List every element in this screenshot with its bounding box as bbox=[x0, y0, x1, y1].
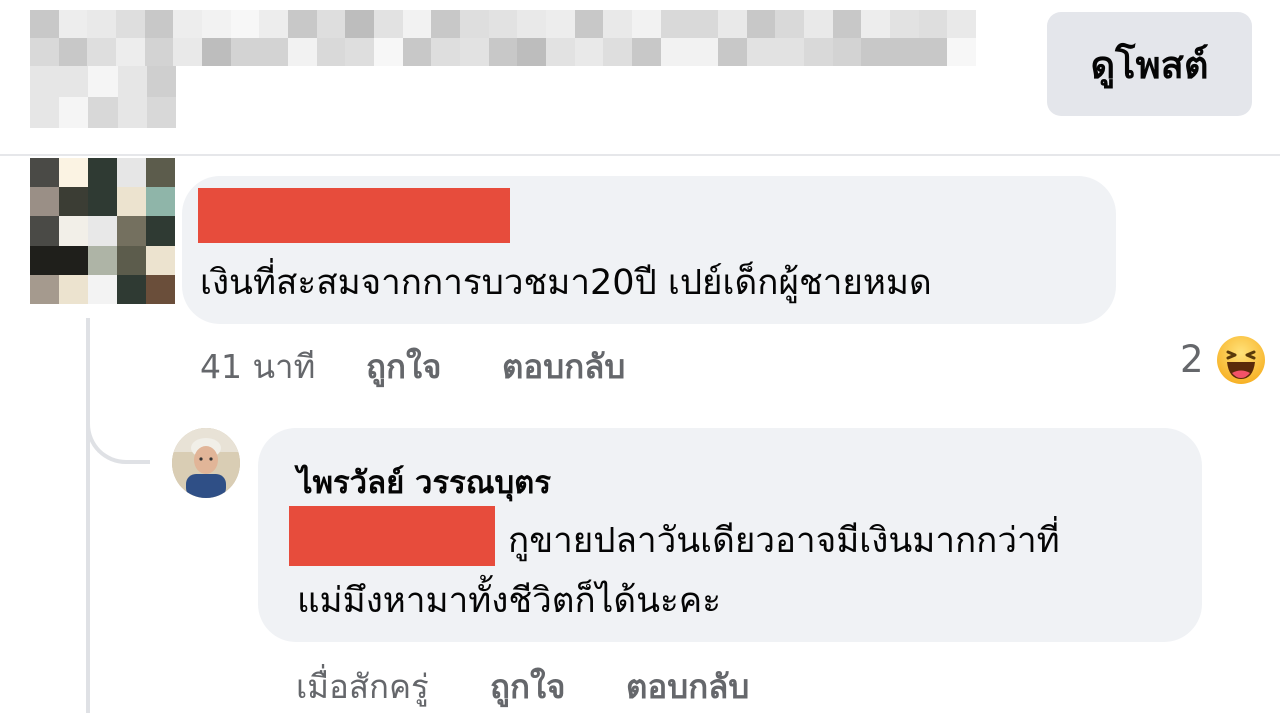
view-post-button[interactable]: ดูโพสต์ bbox=[1047, 12, 1252, 116]
comment-text: เงินที่สะสมจากการบวชมา20ปี เปย์เด็กผู้ชา… bbox=[200, 263, 932, 303]
reaction-count[interactable]: 2 bbox=[1180, 338, 1204, 381]
reply-author-name[interactable]: ไพรวัลย์ วรรณบุตร bbox=[297, 457, 551, 507]
like-button[interactable]: ถูกใจ bbox=[490, 660, 565, 713]
redacted-commenter-name bbox=[198, 188, 510, 243]
reply-text-line: แม่มึงหามาทั้งชีวิตก็ได้นะคะ bbox=[297, 581, 721, 621]
thread-connector bbox=[86, 380, 150, 464]
like-button[interactable]: ถูกใจ bbox=[366, 340, 441, 393]
comment-actions: 41 นาที ถูกใจ ตอบกลับ bbox=[0, 340, 1280, 390]
redacted-tagged-name bbox=[289, 506, 495, 566]
avatar[interactable] bbox=[172, 428, 240, 498]
divider bbox=[0, 154, 1280, 156]
pixelated-header-redaction bbox=[30, 66, 176, 128]
reply-button[interactable]: ตอบกลับ bbox=[502, 340, 625, 393]
reply-text-line: กูขายปลาวันเดียวอาจมีเงินมากกว่าที่ bbox=[508, 521, 1060, 561]
comment-timestamp[interactable]: 41 นาที bbox=[200, 340, 315, 393]
haha-emoji-icon[interactable] bbox=[1216, 335, 1266, 385]
pixelated-header-redaction bbox=[30, 10, 976, 66]
reply-actions: เมื่อสักครู่ ถูกใจ ตอบกลับ bbox=[0, 660, 1280, 710]
pixelated-avatar bbox=[30, 158, 175, 304]
reply-timestamp[interactable]: เมื่อสักครู่ bbox=[296, 660, 429, 713]
reply-button[interactable]: ตอบกลับ bbox=[626, 660, 749, 713]
